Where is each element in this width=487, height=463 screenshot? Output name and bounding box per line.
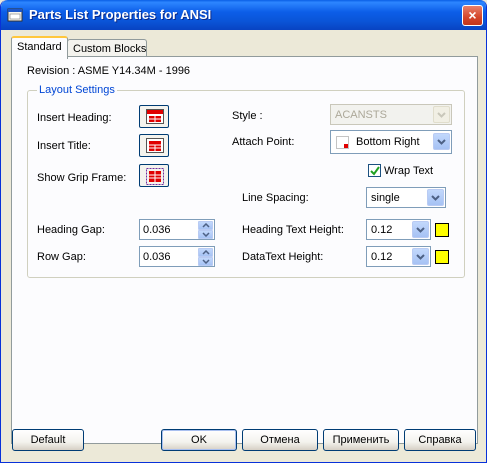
data-text-height-label: DataText Height:	[242, 251, 324, 263]
row-gap-spinner[interactable]: 0.036	[139, 246, 215, 267]
insert-title-button[interactable]	[139, 134, 169, 157]
insert-title-label: Insert Title:	[37, 140, 91, 152]
row-gap-down-button[interactable]	[198, 257, 213, 266]
chevron-down-icon	[437, 112, 446, 118]
heading-text-height-label: Heading Text Height:	[242, 224, 344, 236]
chevron-up-icon	[202, 223, 210, 228]
attach-point-select[interactable]: Bottom Right	[330, 130, 452, 154]
data-text-height-dropdown-arrow[interactable]	[412, 248, 429, 265]
heading-gap-up-button[interactable]	[198, 221, 213, 230]
line-spacing-value: single	[371, 192, 400, 204]
dialog-content: Standard Custom Blocks Revision : ASME Y…	[4, 30, 485, 460]
apply-button[interactable]: Применить	[323, 429, 399, 451]
data-text-height-select[interactable]: 0.12	[366, 246, 431, 267]
cancel-button[interactable]: Отмена	[242, 429, 318, 451]
row-gap-up-button[interactable]	[198, 248, 213, 257]
default-button[interactable]: Default	[12, 429, 84, 451]
chevron-down-icon	[416, 254, 425, 260]
chevron-down-icon	[416, 227, 425, 233]
heading-gap-label: Heading Gap:	[37, 224, 105, 236]
table-title-icon	[146, 138, 164, 153]
chevron-down-icon	[202, 259, 210, 264]
wrap-text-label[interactable]: Wrap Text	[384, 165, 433, 177]
heading-text-height-dropdown-arrow[interactable]	[412, 221, 429, 238]
tab-standard[interactable]: Standard	[11, 36, 68, 59]
tab-standard-label: Standard	[17, 41, 62, 53]
attach-point-dropdown-arrow[interactable]	[433, 133, 450, 150]
ok-button[interactable]: OK	[161, 429, 237, 451]
heading-text-height-value: 0.12	[371, 224, 393, 236]
insert-heading-label: Insert Heading:	[37, 112, 112, 124]
chevron-up-icon	[202, 250, 210, 255]
chevron-down-icon	[431, 195, 440, 201]
wrap-text-checkbox[interactable]	[368, 164, 381, 177]
revision-text: Revision : ASME Y14.34M - 1996	[27, 65, 191, 77]
attach-point-value: Bottom Right	[356, 136, 420, 148]
row-gap-value: 0.036	[143, 251, 171, 263]
window-title: Parts List Properties for ANSI	[29, 7, 212, 22]
data-text-color-swatch[interactable]	[435, 250, 449, 264]
line-spacing-label: Line Spacing:	[242, 192, 309, 204]
row-gap-label: Row Gap:	[37, 251, 86, 263]
insert-heading-button[interactable]	[139, 105, 169, 128]
heading-gap-down-button[interactable]	[198, 230, 213, 239]
title-bar[interactable]: Parts List Properties for ANSI ×	[1, 0, 486, 30]
layout-settings-legend: Layout Settings	[37, 84, 117, 96]
heading-gap-spinner[interactable]: 0.036	[139, 219, 215, 240]
dialog-window: Parts List Properties for ANSI × Standar…	[0, 0, 487, 463]
show-grip-frame-button[interactable]	[139, 164, 169, 187]
checkmark-icon	[370, 166, 380, 176]
close-icon: ×	[468, 7, 477, 23]
style-value: ACANSTS	[335, 109, 387, 121]
help-button[interactable]: Справка	[404, 429, 476, 451]
close-button[interactable]: ×	[462, 5, 483, 26]
grip-frame-icon	[146, 168, 164, 185]
attach-point-icon	[336, 136, 349, 149]
show-grip-frame-label: Show Grip Frame:	[37, 172, 127, 184]
style-dropdown-arrow[interactable]	[433, 106, 450, 123]
chevron-down-icon	[202, 232, 210, 237]
style-select[interactable]: ACANSTS	[330, 104, 452, 125]
tab-custom-blocks-label: Custom Blocks	[73, 43, 147, 55]
line-spacing-dropdown-arrow[interactable]	[427, 189, 444, 206]
data-text-height-value: 0.12	[371, 251, 393, 263]
heading-text-height-select[interactable]: 0.12	[366, 219, 431, 240]
heading-gap-value: 0.036	[143, 224, 171, 236]
attach-point-label: Attach Point:	[232, 136, 295, 148]
table-heading-icon	[146, 109, 164, 124]
heading-text-color-swatch[interactable]	[435, 223, 449, 237]
chevron-down-icon	[437, 139, 446, 145]
line-spacing-select[interactable]: single	[366, 187, 446, 208]
style-label: Style :	[232, 110, 263, 122]
app-icon	[7, 8, 23, 22]
